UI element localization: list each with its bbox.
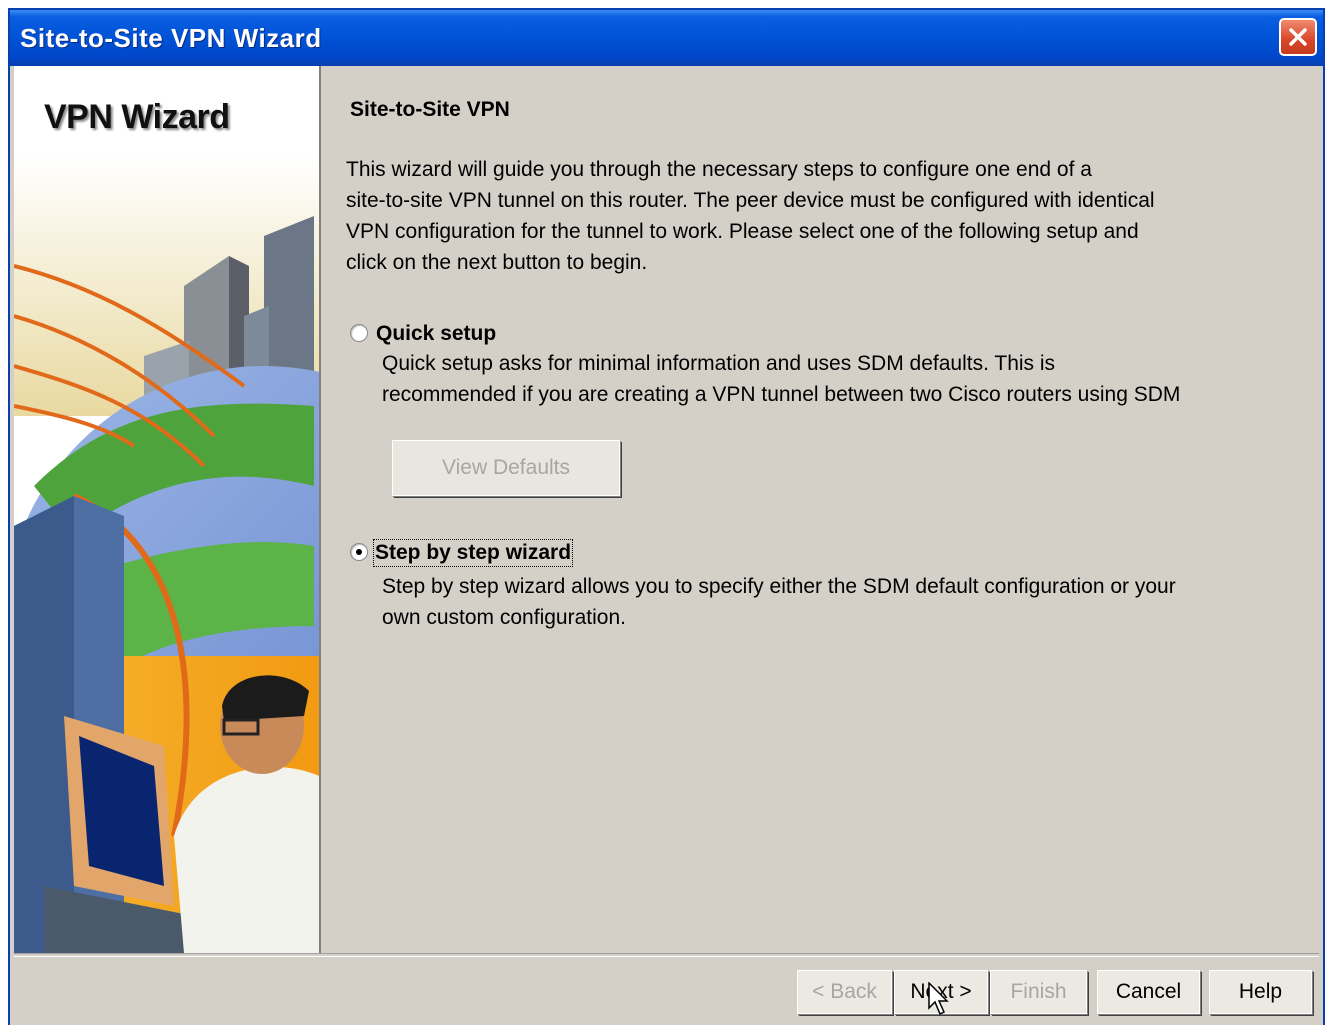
title-bar[interactable]: Site-to-Site VPN Wizard — [10, 10, 1323, 66]
quick-setup-desc-line: Quick setup asks for minimal information… — [382, 352, 1056, 375]
quick-setup-desc-line: recommended if you are creating a VPN tu… — [382, 383, 1181, 406]
quick-setup-description: Quick setup asks for minimal information… — [382, 348, 1312, 410]
radio-selected-dot — [356, 549, 362, 555]
step-by-step-radio[interactable] — [350, 543, 368, 561]
cancel-button[interactable]: Cancel — [1097, 970, 1200, 1014]
wizard-window: Site-to-Site VPN Wizard VPN Wizard Site-… — [8, 8, 1325, 1025]
intro-line: VPN configuration for the tunnel to work… — [346, 220, 1139, 243]
panel-title: VPN Wizard — [44, 98, 230, 136]
wizard-illustration — [14, 156, 319, 953]
view-defaults-button[interactable]: View Defaults — [392, 440, 620, 496]
intro-line: site-to-site VPN tunnel on this router. … — [346, 189, 1155, 212]
quick-setup-radio[interactable] — [350, 324, 368, 342]
step-desc-line: Step by step wizard allows you to specif… — [382, 575, 1176, 598]
step-by-step-label[interactable]: Step by step wizard — [372, 539, 574, 567]
footer-separator — [14, 953, 1319, 957]
intro-line: click on the next button to begin. — [346, 251, 648, 274]
mouse-pointer-icon — [928, 982, 949, 1016]
back-button[interactable]: < Back — [797, 970, 892, 1014]
intro-text: This wizard will guide you through the n… — [346, 154, 1276, 278]
window-title: Site-to-Site VPN Wizard — [20, 23, 322, 53]
quick-setup-label[interactable]: Quick setup — [376, 322, 496, 346]
help-button[interactable]: Help — [1209, 970, 1312, 1014]
intro-line: This wizard will guide you through the n… — [346, 158, 1092, 181]
step-by-step-description: Step by step wizard allows you to specif… — [382, 571, 1312, 633]
close-icon — [1289, 28, 1307, 46]
wizard-side-panel: VPN Wizard — [14, 66, 321, 953]
close-button[interactable] — [1279, 18, 1317, 56]
section-title: Site-to-Site VPN — [350, 98, 510, 121]
finish-button[interactable]: Finish — [990, 970, 1087, 1014]
step-desc-line: own custom configuration. — [382, 606, 626, 629]
